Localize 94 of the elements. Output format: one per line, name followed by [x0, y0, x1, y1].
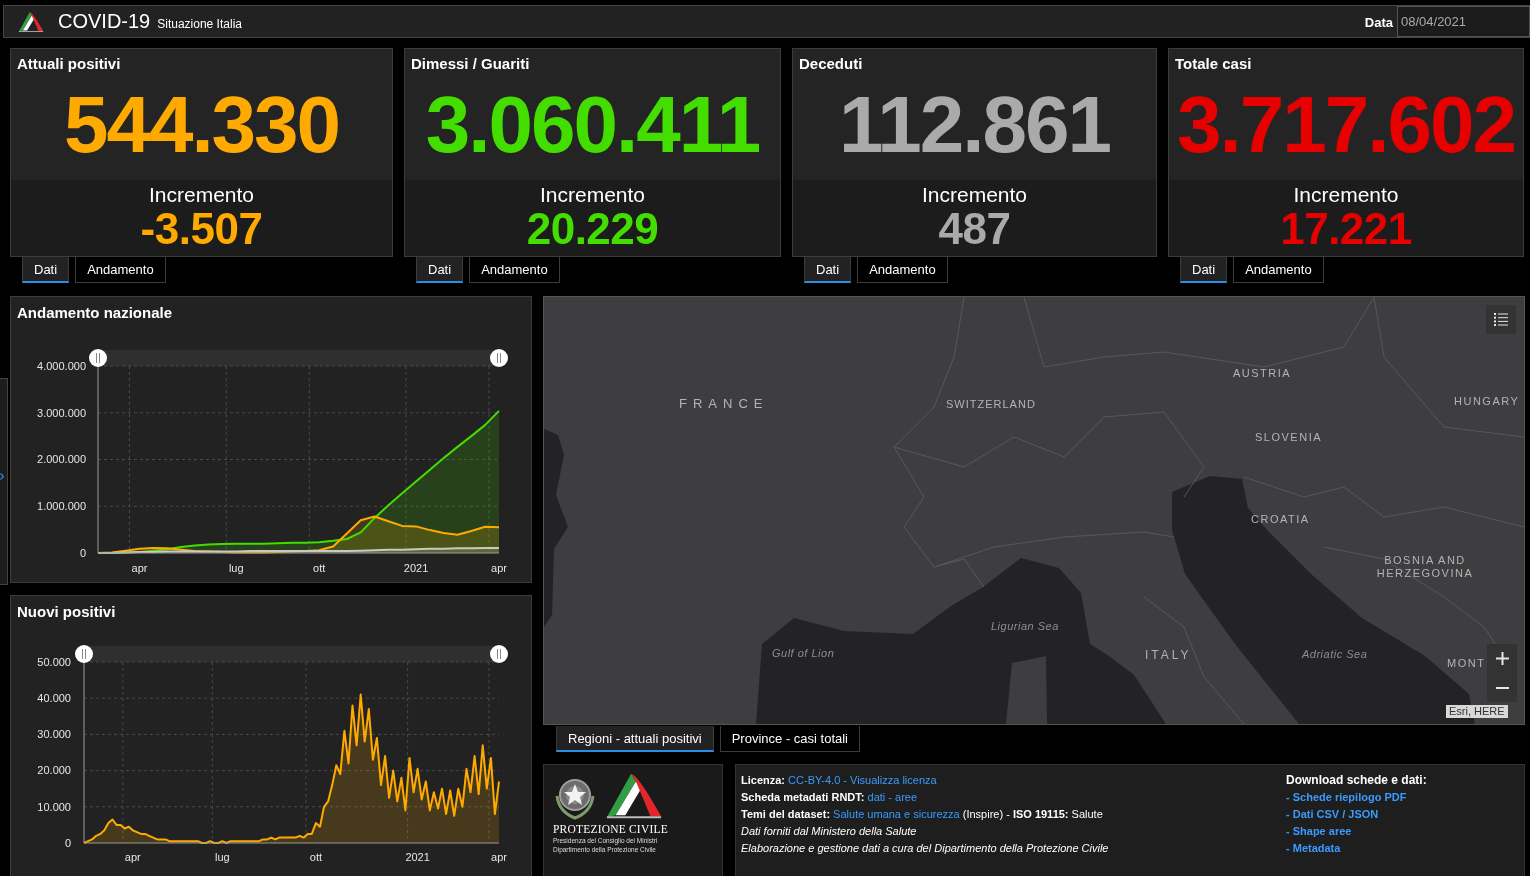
sea-label: Gulf of Lion — [772, 647, 835, 660]
info-link[interactable]: dati — [867, 791, 886, 803]
axis-label: 1.000.000 — [37, 500, 86, 513]
zoom-in-button[interactable] — [1487, 644, 1517, 673]
range-handle[interactable] — [89, 349, 107, 367]
map-tab[interactable]: Province - casi totali — [719, 726, 860, 752]
country-label: SLOVENIA — [1255, 431, 1323, 444]
range-handle[interactable] — [490, 349, 508, 367]
plus-icon — [1495, 652, 1509, 665]
increment-value: -3.507 — [140, 207, 263, 251]
country-label: ITALY — [1145, 649, 1192, 662]
axis-label: lug — [215, 851, 230, 863]
date-label: Data — [1364, 15, 1393, 30]
card-tab[interactable]: Andamento — [469, 257, 560, 283]
increment-label: Incremento — [148, 183, 255, 207]
card-tab[interactable]: Andamento — [75, 257, 166, 283]
axis-label: 4.000.000 — [37, 359, 86, 372]
axis-label: ott — [313, 562, 326, 574]
axis-label: 3.000.000 — [37, 406, 86, 419]
country-label: AUSTRIA — [1233, 367, 1292, 380]
date-field[interactable]: 08/04/2021 — [1397, 6, 1530, 37]
increment-label: Incremento — [1293, 183, 1399, 207]
card-tab[interactable]: Dati — [804, 257, 852, 283]
card-title: Attuali positivi — [17, 55, 121, 73]
increment-value: 487 — [938, 207, 1011, 251]
legend-button[interactable] — [1486, 305, 1516, 334]
sea-label: Adriatic Sea — [1302, 648, 1368, 661]
card-title: Deceduti — [799, 55, 863, 73]
stat-value: 3.717.602 — [1177, 84, 1515, 165]
axis-label: 20.000 — [37, 764, 71, 777]
map-attribution: Esri, HERE — [1446, 705, 1508, 718]
stat-value: 112.861 — [839, 84, 1110, 165]
stat-value: 544.330 — [63, 84, 340, 165]
zoom-out-button[interactable] — [1487, 673, 1517, 702]
card-tab[interactable]: Dati — [1180, 257, 1228, 283]
info-link[interactable]: CC-BY-4.0 — [788, 774, 841, 786]
axis-label: 50.000 — [37, 655, 71, 668]
sea-label: Ligurian Sea — [991, 620, 1059, 633]
stat-value: 3.060.411 — [425, 84, 760, 165]
download-link[interactable]: - Dati CSV / JSON — [1286, 806, 1379, 823]
info-link[interactable]: aree — [895, 791, 918, 803]
info-link[interactable]: Visualizza licenza — [850, 774, 937, 786]
card-title: Dimessi / Guariti — [411, 55, 530, 73]
axis-label: apr — [131, 562, 148, 574]
axis-label: apr — [491, 851, 507, 863]
axis-label: 2.000.000 — [37, 453, 86, 466]
country-label: CROATIA — [1251, 513, 1310, 526]
chart-title: Nuovi positivi — [17, 603, 116, 621]
axis-label: 0 — [79, 546, 86, 559]
list-icon — [1494, 313, 1508, 326]
increment-value: 20.229 — [526, 207, 659, 251]
country-label: MONT — [1447, 657, 1486, 670]
axis-label: 10.000 — [37, 800, 71, 813]
card-tab[interactable]: Dati — [22, 257, 70, 283]
country-label: FRANCE — [679, 397, 769, 410]
axis-label: 30.000 — [37, 728, 71, 741]
axis-label: apr — [491, 562, 507, 574]
triangle-logo — [18, 10, 44, 33]
app-title: COVID-19 — [58, 10, 151, 33]
card-title: Totale casi — [1175, 55, 1252, 73]
axis-label: lug — [228, 562, 244, 574]
info-text: Dati forniti dal Ministero della Salute — [741, 824, 917, 839]
axis-label: 2021 — [405, 851, 430, 863]
download-link[interactable]: - Schede riepilogo PDF — [1286, 789, 1407, 806]
range-handle[interactable] — [75, 645, 93, 663]
country-label: BOSNIA AND HERZEGOVINA — [1375, 554, 1475, 580]
chart-title: Andamento nazionale — [17, 304, 173, 322]
download-link[interactable]: - Metadata — [1286, 840, 1341, 857]
range-handle[interactable] — [490, 645, 508, 663]
info-text: Scheda metadati RNDT: dati - aree — [741, 790, 918, 805]
organization-name: PROTEZIONE CIVILE — [553, 823, 668, 836]
info-text: Licenza: CC-BY-4.0 - Visualizza licenza — [741, 773, 937, 788]
card-tab[interactable]: Andamento — [1233, 257, 1324, 283]
card-tab[interactable]: Andamento — [857, 257, 948, 283]
info-link[interactable]: Salute umana e sicurezza — [833, 808, 960, 820]
info-text: Temi del dataset: Salute umana e sicurezza (Inspire) - ISO 19115: Salute — [741, 807, 1103, 822]
increment-label: Incremento — [921, 183, 1028, 207]
increment-value: 17.221 — [1280, 207, 1412, 251]
axis-label: 2021 — [403, 562, 429, 574]
download-link[interactable]: - Shape aree — [1286, 823, 1352, 840]
axis-label: 0 — [64, 836, 71, 849]
country-label: SWITZERLAND — [946, 398, 1036, 411]
download-title: Download schede e dati: — [1286, 772, 1427, 789]
axis-label: 40.000 — [37, 692, 71, 705]
card-tab[interactable]: Dati — [416, 257, 464, 283]
axis-label: apr — [124, 851, 141, 863]
increment-label: Incremento — [539, 183, 646, 207]
info-text: Elaborazione e gestione dati a cura del Dipartimento della Protezione Civile — [741, 841, 1109, 856]
app-subtitle: Situazione Italia — [157, 17, 242, 31]
map-tab[interactable]: Regioni - attuali positivi — [556, 726, 714, 752]
chevron-right-icon — [0, 473, 4, 480]
axis-label: ott — [309, 851, 323, 863]
minus-icon — [1495, 686, 1509, 689]
country-label: HUNGARY — [1454, 395, 1520, 408]
